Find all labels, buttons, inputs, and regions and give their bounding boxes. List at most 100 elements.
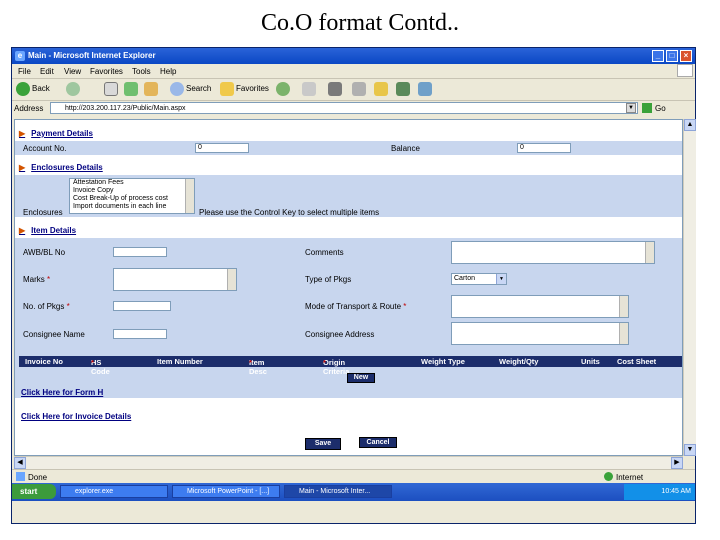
minimize-icon[interactable]: _ [652,50,664,62]
address-bar: Address http://203.200.117.23/Public/Mai… [12,101,695,117]
enclosures-listbox[interactable]: Attestation Fees Invoice Copy Cost Break… [69,178,195,214]
windows-flag-icon [677,64,693,77]
search-icon[interactable] [170,82,184,96]
marks-label: Marks * [23,275,51,284]
research-icon[interactable] [396,82,410,96]
maximize-icon[interactable]: □ [666,50,678,62]
col-item-number: Item Number [157,357,203,366]
menu-edit[interactable]: Edit [40,67,54,76]
address-input[interactable]: http://203.200.117.23/Public/Main.aspx [50,102,638,114]
task-explorer[interactable]: explorer.exe [60,485,168,498]
chevron-down-icon[interactable]: ▼ [496,274,506,284]
forward-icon[interactable] [66,82,80,96]
payment-heading: ▶ Payment Details [19,129,93,138]
invoice-details-link[interactable]: Click Here for Invoice Details [21,412,131,421]
item-heading: ▶ Item Details [19,226,77,235]
page-content: ▶ Payment Details Account No. 0 Balance 0… [14,119,683,456]
task-powerpoint[interactable]: Microsoft PowerPoint - [...] [172,485,280,498]
mode-transport-label: Mode of Transport & Route * [305,302,407,311]
item-table-header: Invoice No HS Code * Item Number Item De… [19,356,682,376]
enclosures-hint: Please use the Control Key to select mul… [199,208,380,217]
history-icon[interactable] [276,82,290,96]
comments-textarea[interactable] [451,241,655,264]
account-label: Account No. [23,144,67,153]
enclosure-option[interactable]: Invoice Copy [73,187,194,195]
system-tray: 10:45 AM [624,484,695,500]
enclosures-heading: ▶ Enclosures Details [19,163,103,172]
go-arrow-icon[interactable] [642,103,652,113]
form-h-link[interactable]: Click Here for Form H [21,388,103,397]
cancel-button[interactable]: Cancel [359,437,397,448]
scroll-right-icon[interactable]: ▶ [671,457,683,469]
address-label: Address [14,104,44,113]
menu-view[interactable]: View [64,67,81,76]
comments-label: Comments [305,248,344,257]
favorites-icon[interactable] [220,82,234,96]
mode-transport-textarea[interactable] [451,295,629,318]
payment-row [15,141,682,155]
vertical-scrollbar[interactable]: ▲ ▼ [683,119,696,456]
messenger-icon[interactable] [418,82,432,96]
mail-icon[interactable] [302,82,316,96]
listbox-scrollbar[interactable] [185,179,194,213]
status-bar: Done Internet [12,469,695,484]
awb-label: AWB/BL No [23,248,66,257]
enclosure-option[interactable]: Attestation Fees [73,179,194,187]
stop-icon[interactable] [104,82,118,96]
section-arrow-icon: ▶ [19,226,26,235]
slide-title: Co.O format Contd.. [261,10,459,36]
clock: 10:45 AM [661,488,691,495]
consignee-name-label: Consignee Name [23,330,85,339]
task-main-ie[interactable]: Main - Microsoft Inter... [284,485,392,498]
address-dropdown-icon[interactable]: ▼ [626,103,636,113]
consignee-address-label: Consignee Address [305,330,375,339]
consignee-name-input[interactable] [113,329,167,339]
menu-favorites[interactable]: Favorites [90,67,123,76]
zone-text: Internet [616,473,644,482]
marks-textarea[interactable] [113,268,237,291]
start-button[interactable]: start [12,484,56,499]
folder-icon[interactable] [374,82,388,96]
window-titlebar[interactable]: e Main - Microsoft Internet Explorer _ □… [12,48,695,64]
type-pkgs-select[interactable]: Carton ▼ [451,273,507,285]
col-cost-sheet: Cost Sheet [617,357,657,366]
no-pkgs-input[interactable] [113,301,171,311]
menu-help[interactable]: Help [160,67,176,76]
enclosure-option[interactable]: Import documents in each line [73,203,194,211]
col-units: Units [581,357,600,366]
menu-tools[interactable]: Tools [132,67,151,76]
print-icon[interactable] [328,82,342,96]
horizontal-scrollbar[interactable]: ◀ ▶ [14,456,683,469]
scroll-up-icon[interactable]: ▲ [684,119,696,131]
enclosure-option[interactable]: Cost Break-Up of process cost [73,195,194,203]
menu-file[interactable]: File [18,67,31,76]
internet-zone-icon [604,472,613,481]
no-pkgs-label: No. of Pkgs * [23,302,70,311]
new-row-button[interactable]: New [347,373,375,383]
favorites-button[interactable]: Favorites [236,82,269,96]
account-input[interactable]: 0 [195,143,249,153]
menu-bar: File Edit View Favorites Tools Help [12,64,695,79]
balance-input[interactable]: 0 [517,143,571,153]
awb-input[interactable] [113,247,167,257]
consignee-address-textarea[interactable] [451,322,629,345]
toolbar: Back Search Favorites [12,78,695,101]
col-weight-qty: Weight/Qty [499,357,539,366]
taskbar: start explorer.exe Microsoft PowerPoint … [12,483,695,501]
section-arrow-icon: ▶ [19,163,26,172]
go-button[interactable]: Go [655,104,666,113]
scroll-down-icon[interactable]: ▼ [684,444,696,456]
close-icon[interactable]: × [680,50,692,62]
page-icon [16,472,25,481]
scroll-left-icon[interactable]: ◀ [14,457,26,469]
col-weight-type: Weight Type [421,357,465,366]
status-text: Done [28,473,48,482]
balance-label: Balance [391,144,420,153]
save-button[interactable]: Save [305,438,341,450]
edit-icon[interactable] [352,82,366,96]
back-icon[interactable] [16,82,30,96]
home-icon[interactable] [144,82,158,96]
refresh-icon[interactable] [124,82,138,96]
back-button[interactable]: Back [32,82,50,96]
search-button[interactable]: Search [186,82,211,96]
